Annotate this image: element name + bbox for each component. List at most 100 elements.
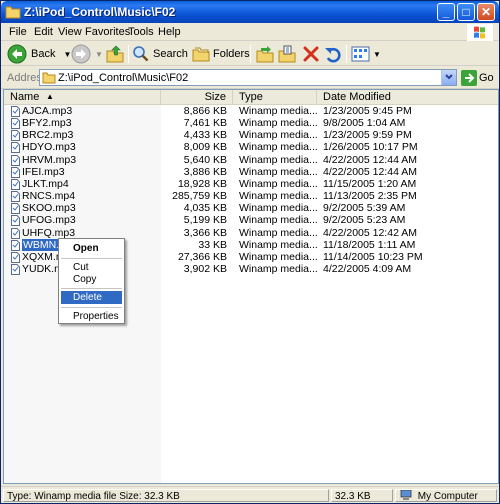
close-button[interactable]: ✕ bbox=[477, 3, 495, 21]
sort-ascending-icon: ▲ bbox=[46, 92, 54, 101]
go-button[interactable]: Go bbox=[461, 70, 494, 86]
go-label: Go bbox=[479, 72, 494, 84]
media-file-icon bbox=[11, 251, 20, 263]
file-type: Winamp media... bbox=[239, 190, 318, 203]
file-row[interactable]: HRVM.mp3 5,640 KB Winamp media... 4/22/2005… bbox=[4, 154, 498, 166]
media-file-icon bbox=[11, 142, 20, 154]
explorer-window: Z:\iPod_Control\Music\F02 _ □ ✕ File Edi… bbox=[0, 0, 500, 504]
move-to-button[interactable] bbox=[256, 44, 274, 64]
menu-view[interactable]: View bbox=[58, 26, 82, 38]
file-size: 27,366 KB bbox=[177, 250, 227, 263]
column-header-type[interactable]: Type bbox=[233, 90, 317, 105]
column-header-row: Name ▲ Size Type Date Modified bbox=[4, 90, 498, 105]
media-file-icon bbox=[11, 215, 20, 227]
file-row[interactable]: AJCA.mp3 8,866 KB Winamp media... 1/23/2005… bbox=[4, 105, 498, 117]
context-delete[interactable]: Delete bbox=[61, 291, 122, 304]
file-row[interactable]: BFY2.mp3 7,461 KB Winamp media... 9/8/2005 … bbox=[4, 117, 498, 130]
toolbar-separator bbox=[346, 45, 347, 63]
minimize-button[interactable]: _ bbox=[437, 3, 455, 21]
toolbar: Back ▼ ▼ Search Folders ▼ bbox=[1, 42, 499, 66]
back-label: Back bbox=[31, 48, 56, 60]
context-open[interactable]: Open bbox=[61, 242, 122, 255]
file-type: Winamp media... bbox=[239, 117, 318, 130]
file-date-modified: 4/22/2005 12:44 AM bbox=[323, 165, 417, 178]
media-file-icon bbox=[11, 118, 20, 130]
search-button[interactable]: Search bbox=[132, 44, 188, 64]
status-zone: My Computer bbox=[395, 489, 497, 502]
menu-edit[interactable]: Edit bbox=[34, 26, 53, 38]
copy-to-button[interactable] bbox=[278, 44, 296, 64]
column-header-date-modified[interactable]: Date Modified bbox=[317, 90, 498, 105]
media-file-icon bbox=[11, 166, 20, 178]
folders-label: Folders bbox=[213, 48, 250, 60]
file-row[interactable]: RNCS.mp4 285,759 KB Winamp media... 11/13/2… bbox=[4, 190, 498, 203]
column-header-name[interactable]: Name ▲ bbox=[4, 90, 161, 105]
file-row[interactable]: UHFQ.mp3 3,366 KB Winamp media... 4/22/2005… bbox=[4, 227, 498, 239]
toolbar-separator bbox=[250, 45, 251, 63]
file-date-modified: 11/13/2005 2:35 PM bbox=[323, 190, 417, 203]
delete-button[interactable] bbox=[302, 44, 320, 64]
search-label: Search bbox=[153, 48, 188, 60]
file-size: 4,433 KB bbox=[183, 129, 227, 142]
file-row[interactable]: JLKT.mp4 18,928 KB Winamp media... 11/15/20… bbox=[4, 178, 498, 190]
file-name: HRVM.mp3 bbox=[22, 153, 77, 166]
status-info: Type: Winamp media file Size: 32.3 KB bbox=[3, 489, 329, 502]
search-icon bbox=[133, 46, 149, 62]
back-button[interactable]: Back ▼ bbox=[7, 44, 71, 64]
views-dropdown-icon[interactable]: ▼ bbox=[373, 50, 381, 59]
context-properties[interactable]: Properties bbox=[61, 310, 122, 323]
file-size: 5,199 KB bbox=[183, 214, 227, 227]
media-file-icon bbox=[11, 191, 20, 203]
context-copy[interactable]: Copy bbox=[61, 273, 122, 286]
address-input[interactable]: Z:\iPod_Control\Music\F02 bbox=[39, 69, 457, 86]
menu-tools[interactable]: Tools bbox=[128, 26, 154, 38]
delete-x-icon bbox=[303, 46, 319, 62]
file-row[interactable]: UFOG.mp3 5,199 KB Winamp media... 9/2/2005 … bbox=[4, 214, 498, 227]
file-row[interactable]: BRC2.mp3 4,433 KB Winamp media... 1/23/2005… bbox=[4, 129, 498, 142]
file-date-modified: 4/22/2005 12:42 AM bbox=[323, 226, 417, 239]
context-menu: Open Cut Copy Delete Properties bbox=[58, 238, 125, 324]
move-to-icon bbox=[256, 46, 274, 63]
up-button[interactable] bbox=[105, 44, 125, 64]
maximize-button[interactable]: □ bbox=[457, 3, 475, 21]
file-type: Winamp media... bbox=[239, 153, 318, 166]
folders-button[interactable]: Folders bbox=[192, 44, 250, 64]
file-name: BRC2.mp3 bbox=[22, 129, 74, 142]
menu-favorites[interactable]: Favorites bbox=[85, 26, 130, 38]
file-type: Winamp media... bbox=[239, 105, 318, 117]
undo-button[interactable] bbox=[324, 44, 342, 64]
views-button[interactable]: ▼ bbox=[351, 44, 381, 64]
go-arrow-icon bbox=[461, 70, 477, 86]
title-bar[interactable]: Z:\iPod_Control\Music\F02 _ □ ✕ bbox=[1, 1, 499, 23]
file-type: Winamp media... bbox=[239, 214, 318, 227]
forward-button[interactable]: ▼ bbox=[71, 44, 103, 64]
menu-help[interactable]: Help bbox=[158, 26, 181, 38]
file-row[interactable]: IFEI.mp3 3,886 KB Winamp media... 4/22/2005… bbox=[4, 166, 498, 178]
column-header-size[interactable]: Size bbox=[161, 90, 233, 105]
menu-file[interactable]: File bbox=[9, 26, 27, 38]
file-type: Winamp media... bbox=[239, 141, 318, 154]
media-file-icon bbox=[11, 106, 20, 117]
file-size: 18,928 KB bbox=[177, 177, 227, 190]
back-arrow-icon bbox=[7, 44, 27, 64]
my-computer-icon bbox=[400, 489, 412, 500]
file-size: 3,902 KB bbox=[183, 262, 227, 275]
chevron-down-icon bbox=[445, 74, 453, 80]
media-file-icon bbox=[11, 263, 20, 275]
up-folder-icon bbox=[106, 45, 124, 63]
file-row[interactable]: SKOO.mp3 4,035 KB Winamp media... 9/2/2005 … bbox=[4, 202, 498, 215]
file-date-modified: 1/23/2005 9:45 PM bbox=[323, 105, 412, 117]
file-date-modified: 11/15/2005 1:20 AM bbox=[323, 177, 417, 190]
file-name: SKOO.mp3 bbox=[22, 202, 76, 215]
file-name: RNCS.mp4 bbox=[22, 190, 76, 203]
column-size-label: Size bbox=[204, 91, 226, 103]
status-size: 32.3 KB bbox=[331, 489, 393, 502]
address-value: Z:\iPod_Control\Music\F02 bbox=[58, 72, 189, 84]
file-row[interactable]: HDYO.mp3 8,009 KB Winamp media... 1/26/2005… bbox=[4, 141, 498, 154]
address-dropdown-button[interactable] bbox=[441, 70, 456, 85]
forward-dropdown-icon[interactable]: ▼ bbox=[95, 50, 103, 59]
file-size: 285,759 KB bbox=[172, 190, 227, 203]
file-date-modified: 11/18/2005 1:11 AM bbox=[323, 238, 416, 251]
file-size: 3,886 KB bbox=[183, 165, 227, 178]
file-size: 8,009 KB bbox=[183, 141, 227, 154]
